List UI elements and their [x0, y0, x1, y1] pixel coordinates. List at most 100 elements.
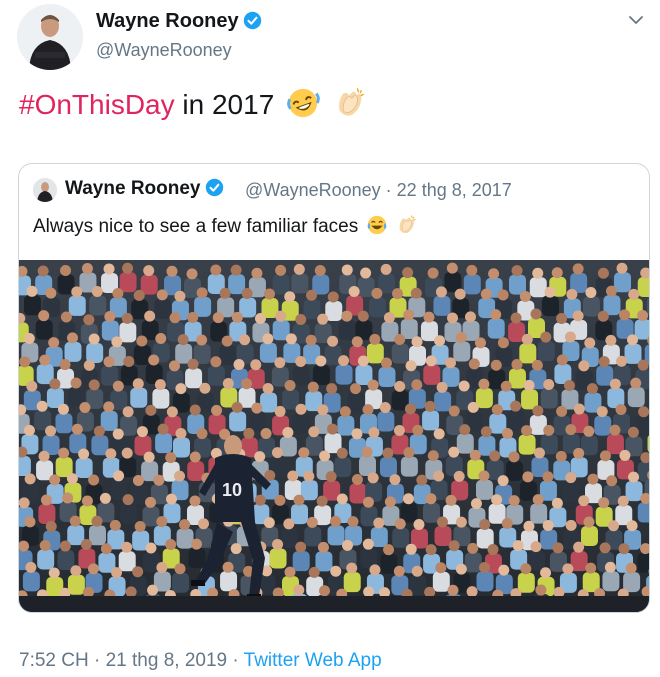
crowd-head [469, 449, 481, 461]
crowd-head [497, 337, 509, 349]
crowd-head [317, 404, 329, 416]
crowd-head [617, 495, 629, 507]
crowd-head [103, 401, 115, 413]
crowd-head [433, 428, 445, 440]
crowd-head [498, 564, 510, 576]
crowd-head [254, 312, 266, 324]
quoted-avatar[interactable] [33, 178, 57, 202]
crowd-head [62, 492, 74, 504]
crowd-head [36, 400, 48, 412]
crowd-head [57, 403, 69, 415]
crowd-head [605, 285, 617, 297]
crowd-head [88, 333, 100, 345]
crowd-head [435, 562, 447, 574]
crowd-head [112, 428, 124, 440]
tweet-source-link[interactable]: Twitter Web App [244, 650, 382, 671]
crowd-head [155, 333, 167, 345]
crowd-body [292, 365, 310, 386]
quoted-display-name[interactable]: Wayne Rooney [65, 178, 224, 200]
crowd-head [341, 310, 353, 322]
crowd-head [448, 446, 460, 458]
avatar[interactable] [17, 4, 83, 70]
hashtag-link[interactable]: #OnThisDay [19, 89, 175, 120]
quoted-date[interactable]: 22 thg 8, 2017 [397, 180, 512, 200]
crowd-head [448, 540, 460, 552]
crowd-head [480, 426, 492, 438]
tweet-footer: 7:52 CH · 21 thg 8, 2019 · Twitter Web A… [19, 650, 382, 672]
crowd-head [348, 285, 360, 297]
crowd-body [594, 415, 612, 436]
crowd-head [607, 520, 619, 532]
handle[interactable]: @WayneRooney [96, 40, 232, 61]
crowd-body [152, 388, 170, 409]
footer-separator-2: · [227, 650, 244, 671]
crowd-head [166, 265, 178, 277]
crowd-body [119, 322, 137, 343]
crowd-head [275, 264, 287, 276]
quoted-separator: · [380, 180, 397, 200]
crowd-head [174, 290, 186, 302]
crowd-head [70, 377, 82, 389]
crowd-head [121, 541, 133, 553]
crowd-head [383, 544, 395, 556]
crowd-head [143, 265, 155, 277]
crowd-body [475, 388, 493, 409]
crowd-head [298, 447, 310, 459]
crowd-head [26, 285, 38, 297]
crowd-head [531, 359, 543, 371]
crowd-head [360, 267, 372, 279]
crowd-body [434, 391, 452, 412]
tweet-time[interactable]: 7:52 CH [19, 650, 89, 671]
crowd-head [241, 288, 253, 300]
crowd-body [37, 549, 55, 570]
crowd-head [423, 311, 435, 323]
quoted-handle[interactable]: @WayneRooney [245, 180, 381, 200]
crowd-head [522, 471, 534, 483]
crowd-head [585, 562, 597, 574]
crowd-head [455, 563, 467, 575]
crowd-body [582, 296, 600, 317]
crowd-head [616, 262, 628, 274]
crowd-head [219, 287, 231, 299]
crowd-head [436, 516, 448, 528]
crowd-body [188, 548, 206, 569]
tweet-date[interactable]: 21 thg 8, 2019 [106, 650, 228, 671]
crowd-body [338, 320, 356, 341]
clapping-hands-emoji [338, 88, 364, 116]
crowd-head [59, 359, 71, 371]
crowd-head [638, 406, 649, 418]
crowd-body [130, 387, 148, 408]
crowd-body [19, 456, 31, 477]
crowd-body [368, 297, 386, 318]
crowd-body [343, 572, 361, 593]
crowd-head [403, 493, 415, 505]
crowd-head [39, 354, 51, 366]
crowd-head [467, 401, 479, 413]
crowd-head [637, 309, 649, 321]
crowd-head [156, 289, 168, 301]
crowd-head [565, 472, 577, 484]
crowd-head [241, 378, 253, 390]
crowd-head [425, 355, 437, 367]
crowd-head [88, 563, 100, 575]
crowd-body [140, 274, 158, 295]
crowd-head [382, 447, 394, 459]
chevron-down-icon[interactable] [626, 10, 646, 30]
display-name[interactable]: Wayne Rooney [96, 10, 262, 33]
crowd-body [562, 481, 580, 502]
crowd-head [24, 516, 36, 528]
crowd-body [487, 318, 505, 339]
crowd-head [544, 286, 556, 298]
footer-separator-1: · [88, 650, 106, 671]
crowd-head [165, 538, 177, 550]
stadium-crowd-photo[interactable]: 10 [19, 260, 649, 612]
crowd-head [282, 426, 294, 438]
crowd-head [368, 427, 380, 439]
crowd-head [435, 286, 447, 298]
crowd-head [627, 334, 639, 346]
crowd-head [572, 310, 584, 322]
quoted-tweet-card[interactable]: Wayne Rooney @WayneRooney · 22 thg 8, 20… [18, 163, 650, 613]
crowd-head [341, 264, 353, 276]
crowd-head [81, 495, 93, 507]
crowd-head [501, 428, 513, 440]
